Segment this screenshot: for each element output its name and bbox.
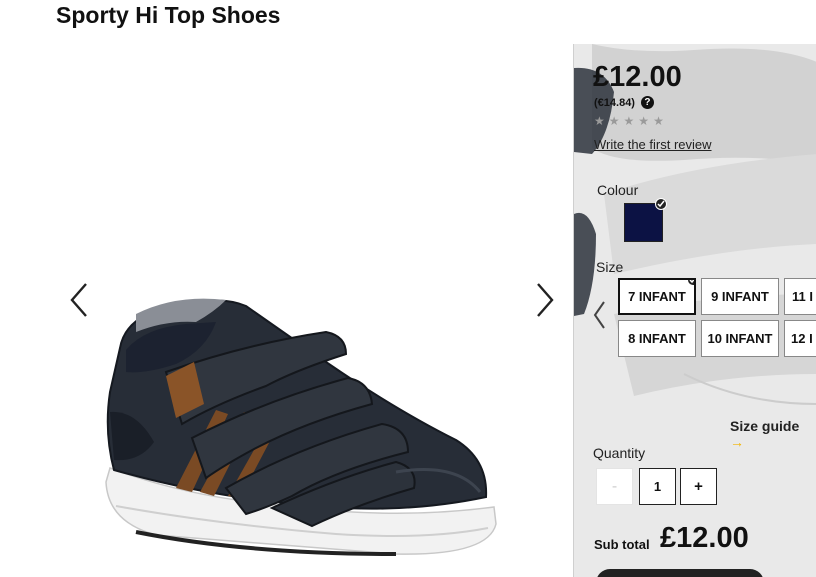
product-image [105,298,497,556]
page-title: Sporty Hi Top Shoes [56,2,281,28]
star-icon: ★ [623,114,635,128]
product-price: £12.00 [593,61,682,93]
colour-swatch-navy[interactable] [624,198,667,242]
size-option-9-infant[interactable]: 9 INFANT [701,278,779,315]
euro-price: (€14.84) [594,96,635,109]
size-option-label: 10 INFANT [707,331,773,346]
subtotal-value: £12.00 [660,522,749,554]
subtotal-label: Sub total [594,537,650,552]
size-label: Size [596,259,624,275]
size-option-label: 9 INFANT [711,289,769,304]
product-details-panel: £12.00 (€14.84) ? ★ ★ ★ ★ ★ Write the fi… [573,44,816,577]
star-icon: ★ [608,114,620,128]
quantity-increase-button[interactable]: + [680,468,717,505]
gallery-next-button[interactable] [528,280,558,320]
check-icon [687,280,694,286]
size-guide-label: Size guide [730,418,800,434]
star-icon: ★ [653,114,664,128]
size-option-label: 7 INFANT [628,289,686,304]
colour-label: Colour [597,182,639,198]
size-option-label: 8 INFANT [628,331,686,346]
product-gallery [56,44,573,577]
chevron-right-icon [537,283,554,317]
size-prev-button[interactable] [592,300,608,330]
star-icon: ★ [594,114,605,128]
size-option-8-infant[interactable]: 8 INFANT [618,320,696,357]
size-option-7-infant[interactable]: 7 INFANT [618,278,696,315]
gallery-prev-button[interactable] [66,280,96,320]
write-review-link[interactable]: Write the first review [594,137,712,152]
size-option-11-infant[interactable]: 11 I [784,278,816,315]
add-to-basket-button[interactable] [596,569,764,577]
size-option-label: 11 I [792,289,813,304]
quantity-input[interactable]: 1 [639,468,676,505]
question-icon[interactable]: ? [640,96,654,109]
chevron-left-icon [593,301,605,329]
size-option-12-infant[interactable]: 12 I [784,320,816,357]
star-icon: ★ [638,114,650,128]
quantity-decrease-button[interactable]: - [596,468,633,505]
size-guide-link[interactable]: Size guide → [730,418,816,450]
size-option-10-infant[interactable]: 10 INFANT [701,320,779,357]
euro-price-row: (€14.84) ? [594,96,654,109]
arrow-right-icon: → [730,434,744,450]
rating-stars: ★ ★ ★ ★ ★ [594,115,664,128]
size-option-label: 12 I [791,331,813,346]
quantity-label: Quantity [593,445,646,461]
chevron-left-icon [70,283,87,317]
check-icon [655,198,667,210]
